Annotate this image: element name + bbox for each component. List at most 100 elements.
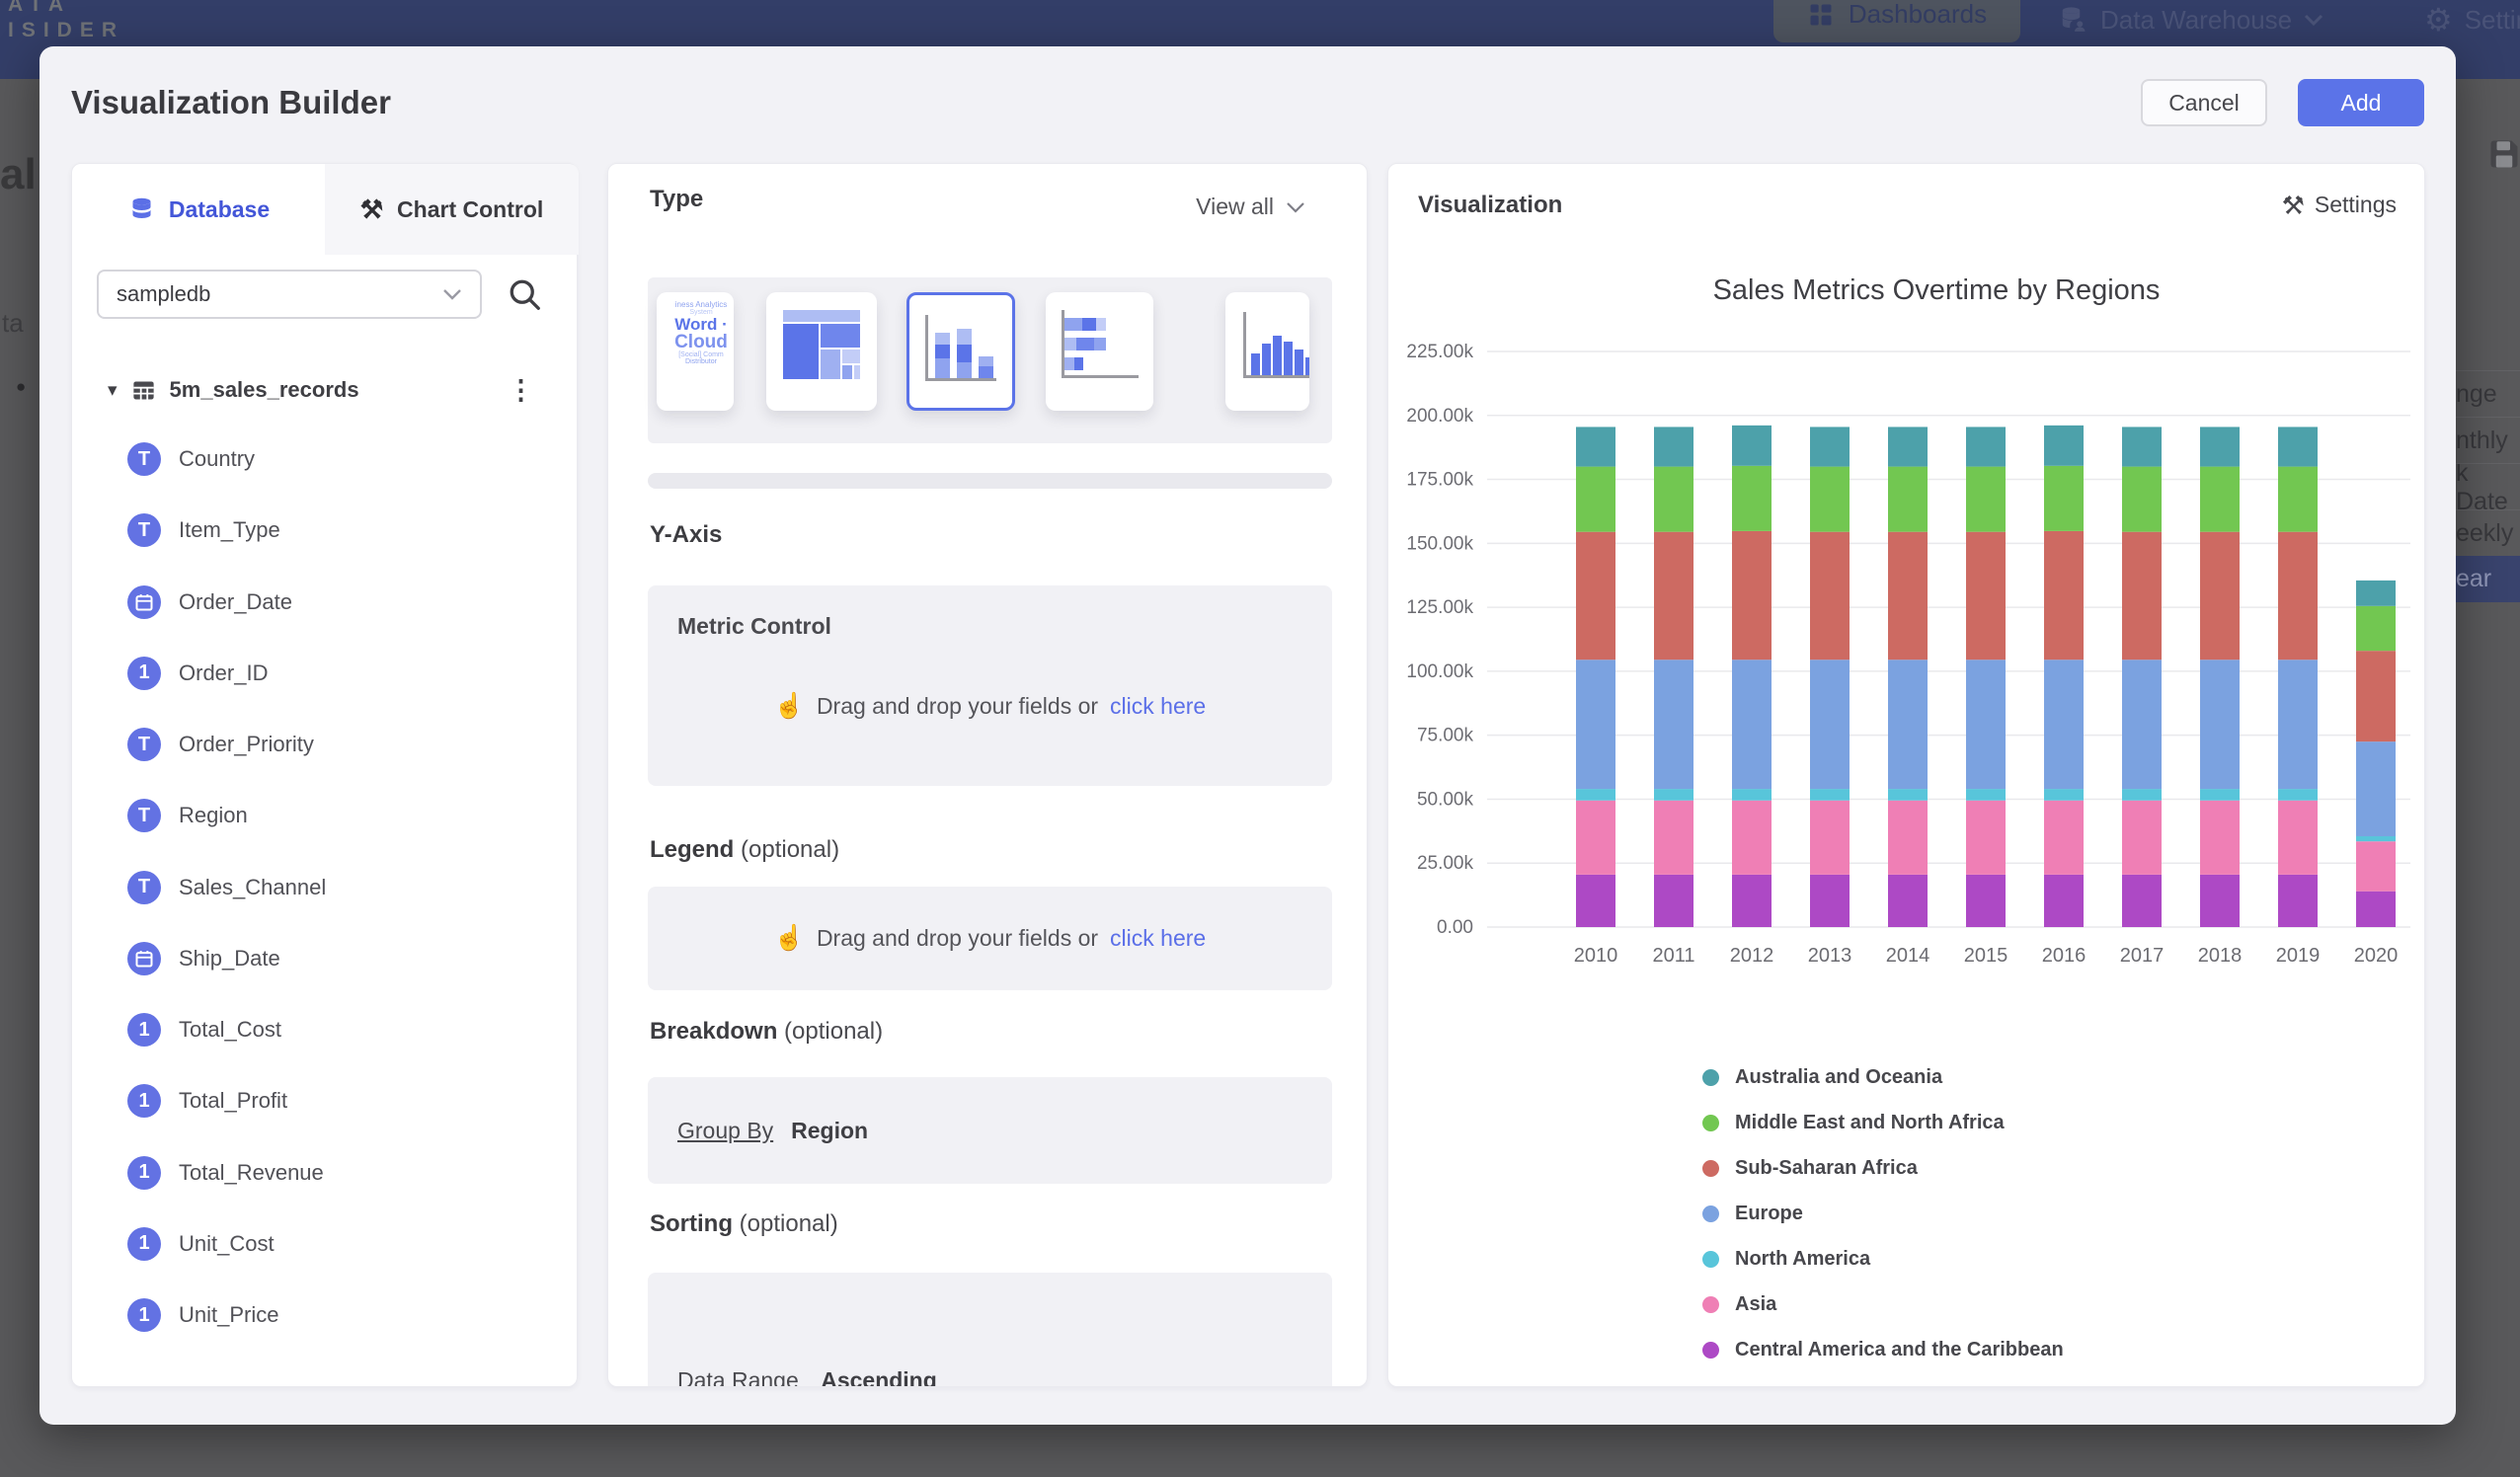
tab-database[interactable]: Database: [72, 164, 326, 255]
bar-segment-2016-europe[interactable]: [2044, 660, 2084, 789]
bar-segment-2016-central-america-and-the-caribbean[interactable]: [2044, 875, 2084, 927]
bar-segment-2016-north-america[interactable]: [2044, 789, 2084, 801]
bar-segment-2015-australia-and-oceania[interactable]: [1966, 427, 2006, 466]
bar-segment-2017-middle-east-and-north-africa[interactable]: [2122, 467, 2162, 532]
field-row-order_id[interactable]: 1Order_ID: [127, 656, 268, 691]
bar-segment-2018-europe[interactable]: [2200, 660, 2240, 789]
type-carousel-scrollbar[interactable]: [648, 473, 1332, 489]
bar-segment-2013-sub-saharan-africa[interactable]: [1810, 532, 1850, 661]
bar-segment-2016-middle-east-and-north-africa[interactable]: [2044, 466, 2084, 531]
bar-segment-2013-middle-east-and-north-africa[interactable]: [1810, 467, 1850, 532]
bar-segment-2017-europe[interactable]: [2122, 660, 2162, 789]
nav-item-data-warehouse[interactable]: Data Warehouse: [2059, 0, 2323, 47]
bar-segment-2018-australia-and-oceania[interactable]: [2200, 427, 2240, 466]
field-row-total_cost[interactable]: 1Total_Cost: [127, 1012, 281, 1048]
bar-segment-2010-australia-and-oceania[interactable]: [1576, 427, 1615, 466]
bar-segment-2017-sub-saharan-africa[interactable]: [2122, 532, 2162, 661]
field-row-unit_cost[interactable]: 1Unit_Cost: [127, 1226, 275, 1262]
bar-segment-2014-europe[interactable]: [1888, 660, 1928, 789]
bar-segment-2017-north-america[interactable]: [2122, 789, 2162, 801]
bar-segment-2017-asia[interactable]: [2122, 801, 2162, 875]
bar-segment-2013-north-america[interactable]: [1810, 789, 1850, 801]
bar-segment-2013-asia[interactable]: [1810, 801, 1850, 875]
bar-segment-2011-asia[interactable]: [1654, 801, 1693, 875]
search-icon[interactable]: [507, 276, 542, 312]
legend-dropzone[interactable]: ☝ Drag and drop your fields or click her…: [648, 887, 1332, 990]
table-row-5m-sales-records[interactable]: ▾ 5m_sales_records ⋮: [108, 372, 542, 408]
legend-item-north-america[interactable]: North America: [1702, 1236, 2064, 1282]
bar-segment-2015-central-america-and-the-caribbean[interactable]: [1966, 875, 2006, 927]
legend-item-europe[interactable]: Europe: [1702, 1191, 2064, 1236]
bar-segment-2010-asia[interactable]: [1576, 801, 1615, 875]
field-row-order_priority[interactable]: TOrder_Priority: [127, 727, 314, 762]
bar-segment-2012-north-america[interactable]: [1732, 789, 1772, 801]
bar-segment-2019-asia[interactable]: [2278, 801, 2318, 875]
bar-segment-2020-middle-east-and-north-africa[interactable]: [2356, 606, 2396, 651]
bar-segment-2020-central-america-and-the-caribbean[interactable]: [2356, 892, 2396, 927]
field-row-total_revenue[interactable]: 1Total_Revenue: [127, 1155, 324, 1191]
bar-segment-2011-middle-east-and-north-africa[interactable]: [1654, 467, 1693, 532]
field-row-item_type[interactable]: TItem_Type: [127, 512, 280, 548]
nav-item-dashboards[interactable]: Dashboards: [1773, 0, 2020, 42]
legend-item-australia-and-oceania[interactable]: Australia and Oceania: [1702, 1054, 2064, 1100]
bar-segment-2011-central-america-and-the-caribbean[interactable]: [1654, 875, 1693, 927]
legend-item-asia[interactable]: Asia: [1702, 1282, 2064, 1327]
field-row-country[interactable]: TCountry: [127, 441, 255, 477]
bar-segment-2013-central-america-and-the-caribbean[interactable]: [1810, 875, 1850, 927]
bar-segment-2019-australia-and-oceania[interactable]: [2278, 427, 2318, 466]
bar-segment-2012-asia[interactable]: [1732, 801, 1772, 875]
bar-segment-2020-australia-and-oceania[interactable]: [2356, 581, 2396, 606]
bar-segment-2011-north-america[interactable]: [1654, 789, 1693, 801]
bar-segment-2018-north-america[interactable]: [2200, 789, 2240, 801]
bar-segment-2017-central-america-and-the-caribbean[interactable]: [2122, 875, 2162, 927]
legend-item-central-america-and-the-caribbean[interactable]: Central America and the Caribbean: [1702, 1327, 2064, 1372]
cancel-button[interactable]: Cancel: [2141, 79, 2267, 126]
legend-item-sub-saharan-africa[interactable]: Sub-Saharan Africa: [1702, 1145, 2064, 1191]
data-range-label[interactable]: Data Range: [677, 1367, 799, 1387]
bar-segment-2014-north-america[interactable]: [1888, 789, 1928, 801]
bar-segment-2019-central-america-and-the-caribbean[interactable]: [2278, 875, 2318, 927]
bar-segment-2018-sub-saharan-africa[interactable]: [2200, 532, 2240, 661]
group-by-label[interactable]: Group By: [677, 1118, 773, 1144]
chart-type-card-histogram[interactable]: [1225, 292, 1309, 411]
bar-segment-2015-north-america[interactable]: [1966, 789, 2006, 801]
bar-segment-2010-central-america-and-the-caribbean[interactable]: [1576, 875, 1615, 927]
bar-segment-2014-sub-saharan-africa[interactable]: [1888, 532, 1928, 661]
database-select[interactable]: sampledb: [97, 270, 482, 319]
bar-segment-2019-europe[interactable]: [2278, 660, 2318, 789]
metric-click-here-link[interactable]: click here: [1110, 693, 1206, 720]
bar-segment-2011-europe[interactable]: [1654, 660, 1693, 789]
bar-segment-2010-europe[interactable]: [1576, 660, 1615, 789]
bar-segment-2012-europe[interactable]: [1732, 660, 1772, 789]
bar-segment-2015-europe[interactable]: [1966, 660, 2006, 789]
field-row-unit_price[interactable]: 1Unit_Price: [127, 1297, 278, 1333]
bar-segment-2016-australia-and-oceania[interactable]: [2044, 426, 2084, 466]
bar-segment-2018-asia[interactable]: [2200, 801, 2240, 875]
view-all-dropdown[interactable]: View all: [1196, 194, 1305, 220]
add-button[interactable]: Add: [2298, 79, 2424, 126]
bar-segment-2012-australia-and-oceania[interactable]: [1732, 426, 1772, 466]
bar-segment-2018-middle-east-and-north-africa[interactable]: [2200, 467, 2240, 532]
bar-segment-2020-asia[interactable]: [2356, 841, 2396, 892]
table-menu-kebab-icon[interactable]: ⋮: [500, 375, 542, 406]
bar-segment-2018-central-america-and-the-caribbean[interactable]: [2200, 875, 2240, 927]
bar-segment-2019-north-america[interactable]: [2278, 789, 2318, 801]
field-row-total_profit[interactable]: 1Total_Profit: [127, 1083, 287, 1119]
bar-segment-2013-australia-and-oceania[interactable]: [1810, 427, 1850, 466]
bar-segment-2014-middle-east-and-north-africa[interactable]: [1888, 467, 1928, 532]
bar-segment-2019-middle-east-and-north-africa[interactable]: [2278, 467, 2318, 532]
bar-segment-2011-sub-saharan-africa[interactable]: [1654, 532, 1693, 661]
bar-segment-2010-north-america[interactable]: [1576, 789, 1615, 801]
bar-segment-2015-asia[interactable]: [1966, 801, 2006, 875]
bar-segment-2012-central-america-and-the-caribbean[interactable]: [1732, 875, 1772, 927]
bar-segment-2014-central-america-and-the-caribbean[interactable]: [1888, 875, 1928, 927]
chart-type-card-stacked-bar[interactable]: [1046, 292, 1153, 411]
bar-segment-2012-sub-saharan-africa[interactable]: [1732, 531, 1772, 660]
bar-segment-2012-middle-east-and-north-africa[interactable]: [1732, 466, 1772, 531]
chart-type-card-stacked-column[interactable]: [906, 292, 1015, 411]
field-row-order_date[interactable]: Order_Date: [127, 584, 292, 620]
visualization-settings-button[interactable]: ⚒ Settings: [2282, 192, 2397, 218]
bar-segment-2017-australia-and-oceania[interactable]: [2122, 427, 2162, 466]
bar-segment-2013-europe[interactable]: [1810, 660, 1850, 789]
bar-segment-2020-europe[interactable]: [2356, 741, 2396, 836]
